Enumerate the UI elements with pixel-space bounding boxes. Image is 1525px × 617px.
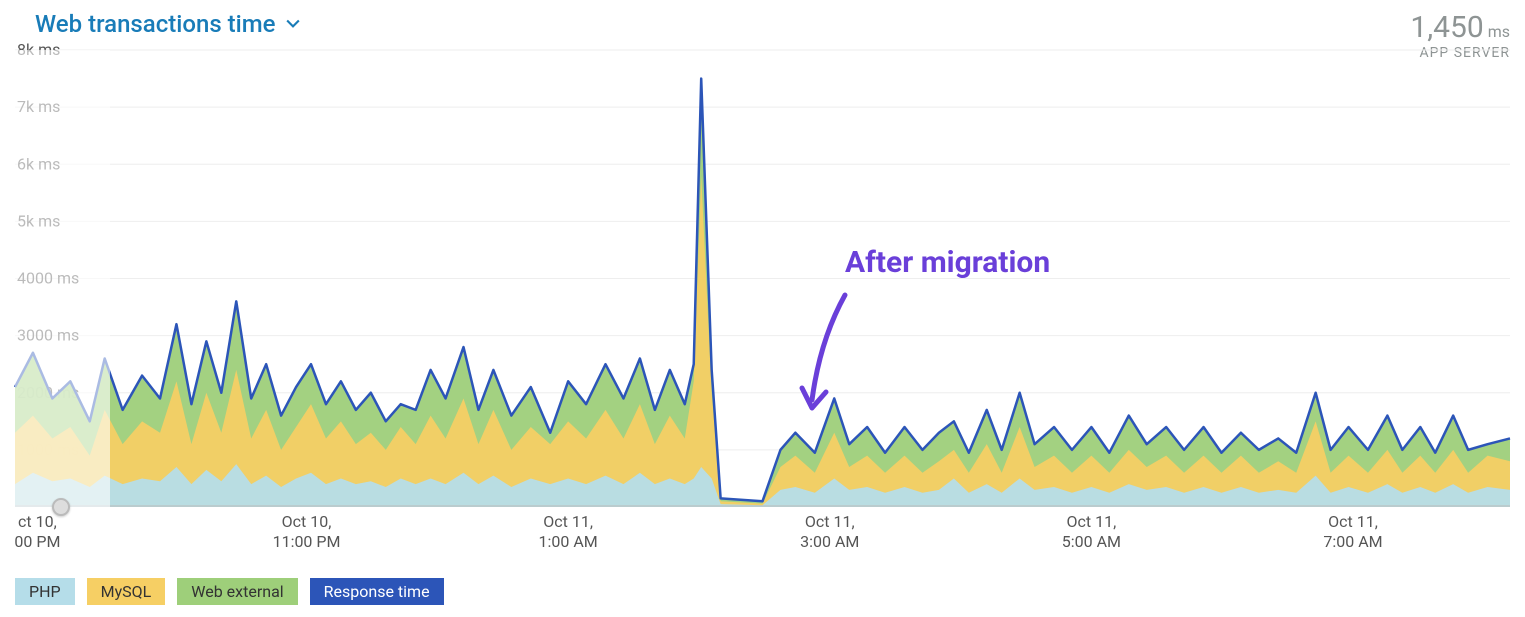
chart-legend: PHP MySQL Web external Response time [15, 578, 444, 605]
legend-web-external[interactable]: Web external [177, 578, 297, 605]
chart-plot-area[interactable]: 1000 ms2000 ms3000 ms4000 ms5k ms6k ms7k… [15, 50, 1510, 507]
svg-text:5k ms: 5k ms [17, 211, 60, 230]
chart-container: Web transactions time 1,450 ms APP SERVE… [0, 0, 1525, 617]
legend-response-time[interactable]: Response time [310, 578, 444, 605]
x-tick-label: Oct 11,3:00 AM [800, 512, 859, 552]
x-tick-label: Oct 10,11:00 PM [273, 512, 341, 552]
svg-text:3000 ms: 3000 ms [17, 326, 79, 345]
chevron-down-icon [286, 17, 300, 31]
stat-value: 1,450 [1410, 10, 1483, 45]
x-tick-label: Oct 11,7:00 AM [1323, 512, 1382, 552]
x-tick-label: Oct 11,1:00 AM [539, 512, 598, 552]
svg-text:6k ms: 6k ms [17, 154, 60, 173]
x-tick-label: ct 10,00 PM [14, 512, 60, 552]
stat-unit: ms [1488, 22, 1510, 41]
legend-mysql[interactable]: MySQL [87, 578, 166, 605]
svg-text:4000 ms: 4000 ms [17, 269, 79, 288]
x-tick-label: Oct 11,5:00 AM [1062, 512, 1121, 552]
svg-text:8k ms: 8k ms [17, 40, 60, 59]
legend-php[interactable]: PHP [15, 578, 75, 605]
svg-text:7k ms: 7k ms [17, 97, 60, 116]
chart-title-dropdown[interactable]: Web transactions time [15, 10, 300, 38]
x-axis-labels: ct 10,00 PM Oct 10,11:00 PM Oct 11,1:00 AM… [15, 512, 1510, 562]
chart-title-text: Web transactions time [35, 10, 276, 38]
